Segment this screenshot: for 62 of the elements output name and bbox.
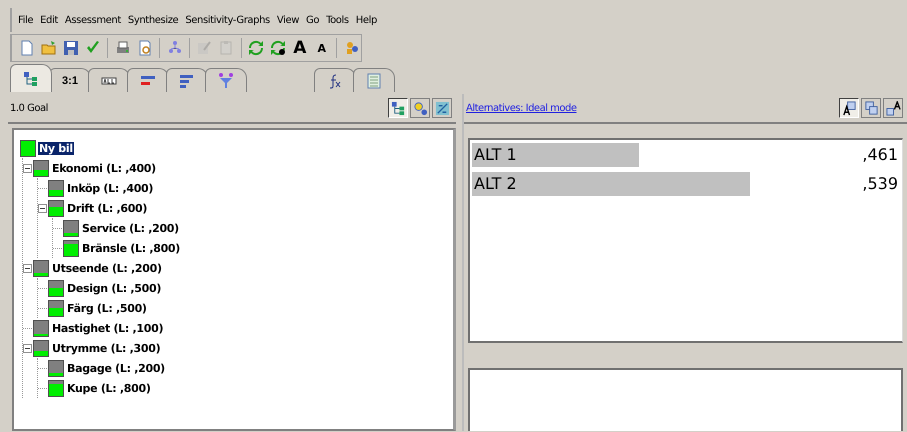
tree-node[interactable]: Drift (L: ,600) bbox=[66, 202, 148, 214]
sort-icon bbox=[434, 100, 450, 116]
alternative-name: ALT 2 bbox=[474, 174, 517, 193]
pencil-icon bbox=[196, 40, 212, 56]
function-icon bbox=[327, 72, 343, 88]
tree-node[interactable]: Utrymme (L: ,300) bbox=[51, 342, 162, 354]
ideal-mode-icon bbox=[842, 100, 856, 116]
view-button[interactable] bbox=[839, 98, 859, 118]
nodes-icon bbox=[412, 100, 428, 116]
distributive-mode-icon bbox=[864, 100, 878, 116]
menu-item[interactable]: Sensitivity-Graphs bbox=[185, 14, 270, 26]
tree-node[interactable]: Hastighet (L: ,100) bbox=[51, 322, 164, 334]
font-smaller-button[interactable]: A bbox=[312, 38, 332, 58]
priority-value: ,461 bbox=[862, 145, 898, 164]
sheet-icon bbox=[366, 72, 382, 88]
tree-icon bbox=[23, 70, 39, 86]
collapse-icon[interactable] bbox=[23, 344, 32, 352]
tab[interactable] bbox=[10, 64, 52, 92]
font-larger-button[interactable]: A bbox=[290, 38, 310, 58]
menu-item[interactable]: Assessment bbox=[64, 14, 121, 26]
menu-item[interactable]: Help bbox=[356, 14, 377, 26]
folder-icon bbox=[41, 40, 58, 56]
funnel-icon bbox=[218, 72, 234, 88]
menu-item[interactable]: Go bbox=[306, 14, 320, 26]
toolbar-button[interactable] bbox=[62, 38, 81, 58]
tree-node[interactable]: Bagage (L: ,200) bbox=[66, 362, 166, 374]
tree-node[interactable]: Färg (L: ,500) bbox=[66, 302, 148, 314]
bar-chart-icon bbox=[179, 72, 195, 88]
toolbar-button[interactable] bbox=[268, 38, 288, 58]
collapse-icon[interactable] bbox=[23, 264, 32, 272]
pane-title: 1.0 Goal bbox=[10, 102, 48, 114]
collapse-icon[interactable] bbox=[23, 164, 32, 172]
preview-icon bbox=[136, 40, 153, 56]
collapse-icon[interactable] bbox=[38, 204, 47, 212]
tree-node[interactable]: Inköp (L: ,400) bbox=[66, 182, 154, 194]
menu-item[interactable]: Tools bbox=[326, 14, 349, 26]
printer-icon bbox=[114, 40, 131, 56]
tree-node[interactable]: Bränsle (L: ,800) bbox=[81, 242, 182, 254]
tree-node[interactable]: Utseende (L: ,200) bbox=[51, 262, 163, 274]
priority-value: ,539 bbox=[862, 174, 898, 193]
page-icon bbox=[19, 40, 36, 56]
refresh-icon bbox=[270, 40, 286, 56]
view-button[interactable] bbox=[388, 98, 408, 118]
tree-node[interactable]: Ekonomi (L: ,400) bbox=[51, 162, 157, 174]
refresh-icon bbox=[248, 40, 264, 56]
tree-node[interactable]: Kupe (L: ,800) bbox=[66, 382, 152, 394]
tab[interactable] bbox=[314, 68, 356, 92]
node-icon bbox=[166, 40, 183, 56]
tree-node[interactable]: Ny bil bbox=[38, 142, 74, 154]
tree-node[interactable]: Design (L: ,500) bbox=[66, 282, 162, 294]
clipboard-icon bbox=[218, 40, 234, 56]
tree-icon bbox=[390, 100, 406, 116]
view-button[interactable] bbox=[883, 98, 903, 118]
raise-icon bbox=[886, 100, 900, 116]
menu-item[interactable]: Edit bbox=[40, 14, 58, 26]
menu-item[interactable]: File bbox=[18, 14, 34, 26]
alternatives-link[interactable]: Alternatives: Ideal mode bbox=[466, 102, 577, 114]
tree-node[interactable]: Service (L: ,200) bbox=[81, 222, 180, 234]
tab[interactable] bbox=[88, 68, 130, 92]
menu-item[interactable]: Synthesize bbox=[128, 14, 178, 26]
menu-item[interactable]: View bbox=[276, 14, 299, 26]
alternative-name: ALT 1 bbox=[474, 145, 517, 164]
